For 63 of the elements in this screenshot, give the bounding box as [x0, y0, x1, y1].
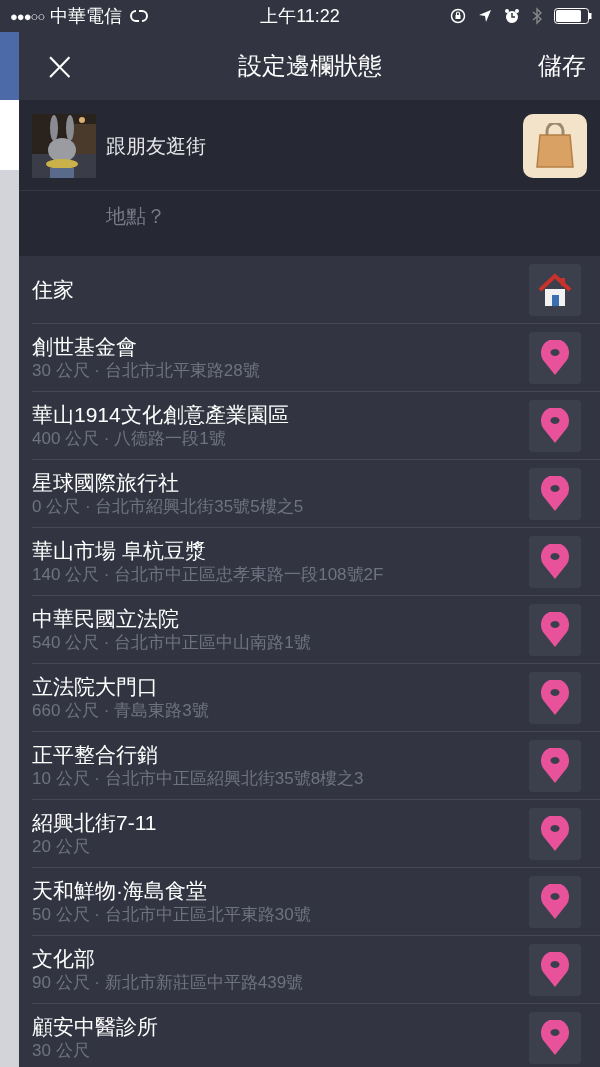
place-pin-button[interactable]	[529, 467, 581, 520]
rotation-lock-icon	[450, 8, 466, 24]
house-icon	[536, 271, 574, 308]
place-detail: 30 公尺 · 台北市北平東路28號	[32, 359, 260, 382]
place-name: 顧安中醫診所	[32, 1013, 158, 1040]
place-pin-button[interactable]	[529, 1011, 581, 1064]
place-detail: 140 公尺 · 台北市中正區忠孝東路一段108號2F	[32, 563, 384, 586]
place-name: 住家	[32, 276, 74, 303]
location-field[interactable]: 地點？	[106, 205, 306, 228]
place-pin-button[interactable]	[529, 331, 581, 384]
home-button[interactable]	[529, 263, 581, 316]
close-button[interactable]: ×	[39, 46, 81, 86]
screen-title: 設定邊欄狀態	[237, 51, 382, 81]
map-pin-icon	[539, 611, 571, 648]
signal-strength: ●●●○○	[10, 8, 45, 24]
place-detail: 20 公尺	[32, 835, 90, 858]
place-name: 正平整合行銷	[32, 741, 158, 768]
place-name: 中華民國立法院	[32, 605, 179, 632]
map-pin-icon	[539, 543, 571, 580]
place-pin-button[interactable]	[529, 399, 581, 452]
location-arrow-icon	[478, 9, 492, 23]
place-detail: 0 公尺 · 台北市紹興北街35號5樓之5	[32, 495, 304, 518]
place-detail: 90 公尺 · 新北市新莊區中平路439號	[32, 971, 304, 994]
place-pin-button[interactable]	[529, 671, 581, 724]
map-pin-icon	[539, 815, 571, 852]
bluetooth-icon	[532, 7, 542, 25]
place-pin-button[interactable]	[529, 535, 581, 588]
place-detail: 540 公尺 · 台北市中正區中山南路1號	[32, 631, 311, 654]
place-name: 華山1914文化創意產業園區	[32, 401, 289, 428]
status-text: 跟朋友逛街	[106, 133, 207, 159]
map-pin-icon	[539, 747, 571, 784]
place-name: 華山市場 阜杭豆漿	[32, 537, 206, 564]
place-name: 紹興北街7-11	[32, 809, 157, 836]
place-pin-button[interactable]	[529, 875, 581, 928]
clock-time: 上午11:22	[260, 5, 340, 28]
map-pin-icon	[539, 883, 571, 920]
activity-button[interactable]	[523, 114, 587, 178]
place-name: 創世基金會	[32, 333, 137, 360]
place-detail: 660 公尺 · 青島東路3號	[32, 699, 209, 722]
link-icon	[128, 8, 151, 24]
map-pin-icon	[539, 339, 571, 376]
place-pin-button[interactable]	[529, 943, 581, 996]
place-detail: 30 公尺	[32, 1039, 90, 1062]
map-pin-icon	[539, 679, 571, 716]
alarm-icon	[504, 8, 520, 24]
place-name: 天和鮮物·海島食堂	[32, 877, 207, 904]
place-detail: 400 公尺 · 八德路一段1號	[32, 427, 226, 450]
place-name: 星球國際旅行社	[32, 469, 179, 496]
place-detail: 10 公尺 · 台北市中正區紹興北街35號8樓之3	[32, 767, 364, 790]
save-button[interactable]: 儲存	[538, 50, 586, 82]
map-pin-icon	[539, 1019, 571, 1056]
map-pin-icon	[539, 475, 571, 512]
place-pin-button[interactable]	[529, 807, 581, 860]
place-pin-button[interactable]	[529, 739, 581, 792]
battery-icon	[554, 8, 592, 24]
place-pin-button[interactable]	[529, 603, 581, 656]
place-name: 文化部	[32, 945, 95, 972]
shopping-bag-icon	[533, 123, 577, 169]
map-pin-icon	[539, 407, 571, 444]
place-detail: 50 公尺 · 台北市中正區北平東路30號	[32, 903, 311, 926]
place-name: 立法院大門口	[32, 673, 158, 700]
carrier-name: 中華電信	[50, 5, 123, 28]
map-pin-icon	[539, 951, 571, 988]
